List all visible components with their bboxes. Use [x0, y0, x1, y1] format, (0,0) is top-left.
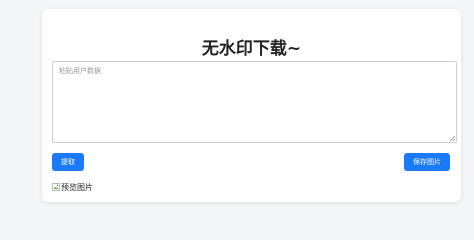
broken-image-icon: [52, 183, 60, 191]
page-title: 无水印下载~: [201, 39, 302, 59]
preview-alt-text: 预览图片: [61, 182, 93, 192]
preview-image: 预览图片: [52, 181, 93, 193]
extract-button[interactable]: 提取: [52, 153, 84, 171]
resize-grip-icon[interactable]: [448, 134, 456, 142]
main-card: 无水印下载~ 提取 保存图片 预览图片: [42, 9, 461, 202]
save-image-button[interactable]: 保存图片: [404, 153, 450, 171]
data-input[interactable]: [52, 61, 457, 143]
